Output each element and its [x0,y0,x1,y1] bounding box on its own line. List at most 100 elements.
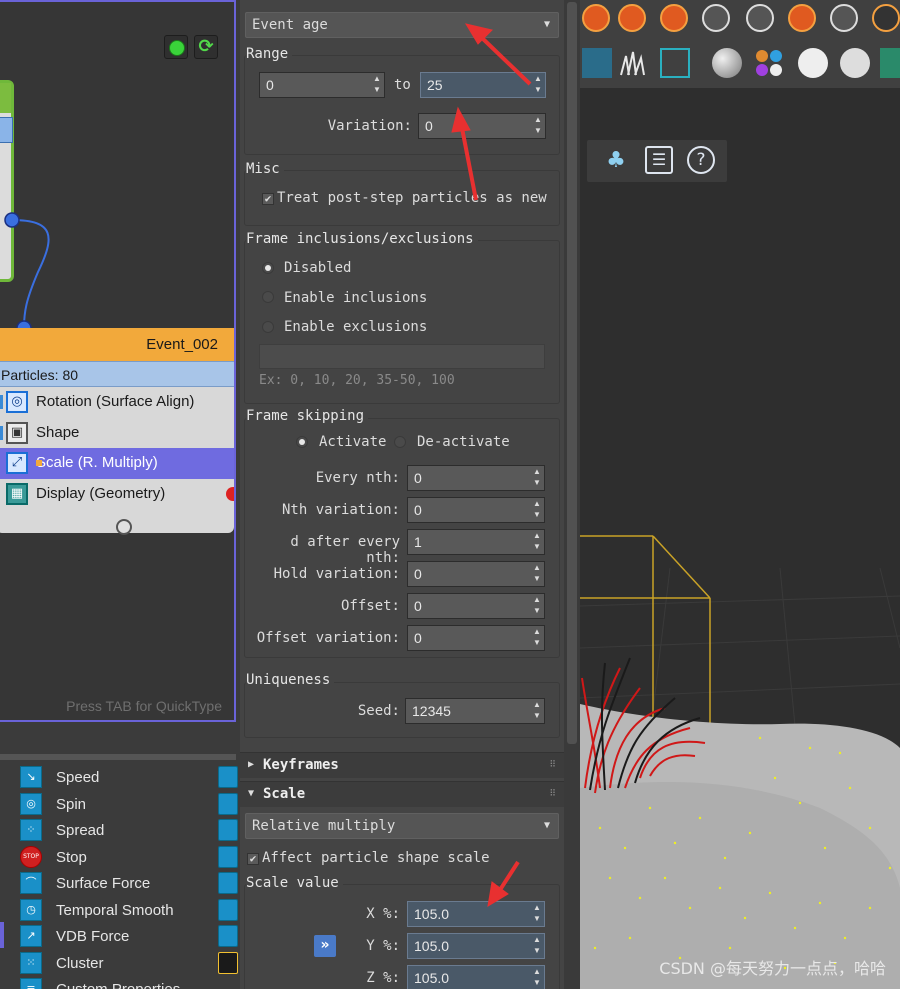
spinner-icon[interactable]: ▲ ▼ [530,466,544,490]
depot-icon-col2[interactable] [218,925,238,947]
every-nth-field[interactable]: 0 ▲ ▼ [407,465,545,491]
nth-variation-field[interactable]: 0 ▲ ▼ [407,497,545,523]
hold-variation-label: Hold variation: [273,566,400,582]
flame-icon[interactable] [788,4,816,32]
depot-icon-col2[interactable] [218,766,238,788]
radio-activate[interactable] [296,436,308,448]
depot-item-surface-force[interactable]: ⌒ Surface Force [20,870,150,896]
temporal-smooth-icon: ◷ [20,899,42,921]
operator-label: Scale (R. Multiply) [36,454,158,472]
depot-item-cluster[interactable]: ⁙ Cluster [20,950,104,976]
variation-field[interactable]: 0 ▲ ▼ [418,113,546,139]
spinner-icon[interactable]: ▲ ▼ [530,902,544,926]
depot-icon-col2[interactable] [218,872,238,894]
spinner-icon[interactable]: ▲ ▼ [530,966,544,989]
grass-icon[interactable] [618,48,648,78]
operator-shape[interactable]: ▣ Shape [0,418,234,449]
z-percent-field[interactable]: 105.0 ▲ ▼ [407,965,545,989]
range-group [244,55,560,155]
depot-icon-col2[interactable] [218,793,238,815]
spinner-icon[interactable]: ▲ ▼ [530,498,544,522]
link-axes-button[interactable]: » [314,935,336,957]
frame-list-input[interactable] [259,344,545,369]
birth-event-node[interactable] [0,80,14,282]
affect-shape-checkbox[interactable]: ✔ [247,853,259,865]
dots-icon[interactable] [754,48,784,78]
depot-item-temporal-smooth[interactable]: ◷ Temporal Smooth [20,897,174,923]
radio-disabled[interactable] [262,262,274,274]
depot-selection-edge [0,922,4,948]
nth-variation-label: Nth variation: [281,502,400,518]
x-percent-label: X %: [366,906,400,922]
x-percent-field[interactable]: 105.0 ▲ ▼ [407,901,545,927]
spinner-icon[interactable]: ▲ ▼ [530,934,544,958]
spinner-icon[interactable]: ▲ ▼ [530,562,544,586]
scale-rollout[interactable]: ▼ Scale ⠿ [240,781,564,807]
uniqueness-title: Uniqueness [246,672,335,688]
scale-type-dropdown[interactable]: Relative multiply ▼ [245,813,559,839]
grid-icon[interactable] [582,48,612,78]
mode-dropdown[interactable]: Event age ▼ [245,12,559,38]
range-to-field[interactable]: 25 ▲ ▼ [420,72,546,98]
smoke-icon[interactable] [702,4,730,32]
seed-field[interactable]: 12345 ▲ ▼ [405,698,545,724]
smoke-swirl-icon[interactable] [746,4,774,32]
depot-icon-col2[interactable] [218,846,238,868]
range-from-field[interactable]: 0 ▲ ▼ [259,72,385,98]
spinner-icon[interactable]: ▲ ▼ [531,114,545,138]
fire-burst-icon[interactable] [660,4,688,32]
operator-rotation[interactable]: ◎ Rotation (Surface Align) [0,387,234,418]
keyframes-rollout[interactable]: ▶ Keyframes ⠿ [240,752,564,778]
sphere-icon[interactable] [712,48,742,78]
radio-deactivate[interactable] [394,436,406,448]
panel-scroll-thumb[interactable] [567,2,577,744]
depot-icon-col2[interactable] [218,899,238,921]
scatter-icon[interactable] [660,48,690,78]
spinner-icon[interactable]: ▲ ▼ [530,626,544,650]
radio-enable-exclusions[interactable] [262,321,274,333]
spinner-icon[interactable]: ▲ ▼ [530,699,544,723]
panel-scrollbar[interactable] [564,0,580,989]
depot-icon-col2[interactable] [218,952,238,974]
spinner-icon[interactable]: ▲ ▼ [370,73,384,97]
depot-splitter[interactable] [0,754,236,760]
fire-burst-icon[interactable] [618,4,646,32]
cloud-icon[interactable] [830,4,858,32]
spinner-icon[interactable]: ▲ ▼ [530,594,544,618]
fire-icon[interactable] [582,4,610,32]
misc-title: Misc [246,161,284,177]
spinner-icon[interactable]: ▲ ▼ [531,73,545,97]
spinner-icon[interactable]: ▲ ▼ [530,530,544,554]
effects-toolbar [580,0,900,88]
brush-icon[interactable] [872,4,900,32]
particle-view-canvas[interactable]: ⟳ Event_002 Particles: 80 ◎ Rotation (Su… [0,0,236,722]
refresh-cycle-icon[interactable]: ⟳ [194,35,218,59]
viewport[interactable]: ♣ ☰ ? CSDN @每天努力一点点，哈哈 [580,0,900,989]
depot-item-spread[interactable]: ⁘ Spread [20,817,104,843]
hold-variation-field[interactable]: 0 ▲ ▼ [407,561,545,587]
y-percent-field[interactable]: 105.0 ▲ ▼ [407,933,545,959]
tool-icon[interactable] [880,48,900,78]
offset-field[interactable]: 0 ▲ ▼ [407,593,545,619]
radio-enable-inclusions[interactable] [262,291,274,303]
depot-item-stop[interactable]: STOP Stop [20,844,87,870]
operator-display[interactable]: ▦ Display (Geometry) [0,479,234,510]
operator-scale[interactable]: ⤢ Scale (R. Multiply) [0,448,234,479]
depot-item-vdb-force[interactable]: ↗ VDB Force [20,923,129,949]
particle-count: Particles: 80 [0,361,234,387]
treat-post-step-checkbox[interactable]: ✔ [262,193,274,205]
output-flag[interactable] [226,486,234,501]
depot-icon-col2[interactable] [218,819,238,841]
wire-mode-button[interactable] [164,35,188,59]
depot-item-speed[interactable]: ↘ Speed [20,764,99,790]
radio-deactivate-label: De-activate [417,434,510,450]
offset-variation-field[interactable]: 0 ▲ ▼ [407,625,545,651]
event-node[interactable]: Event_002 Particles: 80 ◎ Rotation (Surf… [0,328,234,533]
depot-item-spin[interactable]: ◎ Spin [20,791,86,817]
material-icon[interactable] [840,48,870,78]
event-node-title[interactable]: Event_002 [0,328,234,361]
palette-icon[interactable] [798,48,828,78]
event-output-socket[interactable] [116,519,132,535]
depot-item-custom-properties[interactable]: ≡ Custom Properties [20,976,180,989]
after-every-nth-field[interactable]: 1 ▲ ▼ [407,529,545,555]
